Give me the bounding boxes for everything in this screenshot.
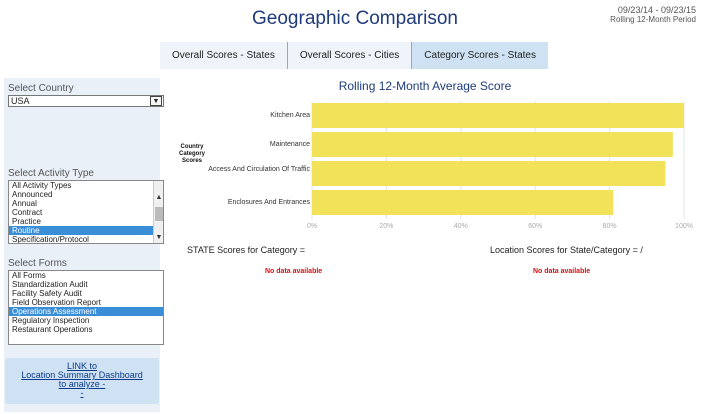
x-tick-label: 80% — [603, 223, 617, 230]
x-tick-label: 20% — [379, 223, 393, 230]
location-scores-title: Location Scores for State/Category = / — [490, 245, 643, 255]
bar-chart: 0% 20% 40% 60% 80% 100% — [307, 101, 693, 230]
x-tick-label: 100% — [675, 223, 693, 230]
x-tick-label: 60% — [528, 223, 542, 230]
bar-maintenance[interactable] — [312, 132, 673, 157]
x-tick-label: 40% — [454, 223, 468, 230]
bar-kitchen-area[interactable] — [312, 103, 684, 128]
state-scores-title: STATE Scores for Category = — [187, 245, 305, 255]
state-no-data: No data available — [265, 268, 323, 275]
bar-access-and-circulation-of-traffic[interactable] — [312, 161, 666, 186]
bar-enclosures-and-entrances[interactable] — [312, 190, 614, 215]
location-no-data: No data available — [533, 268, 591, 275]
x-tick-label: 0% — [307, 223, 317, 230]
